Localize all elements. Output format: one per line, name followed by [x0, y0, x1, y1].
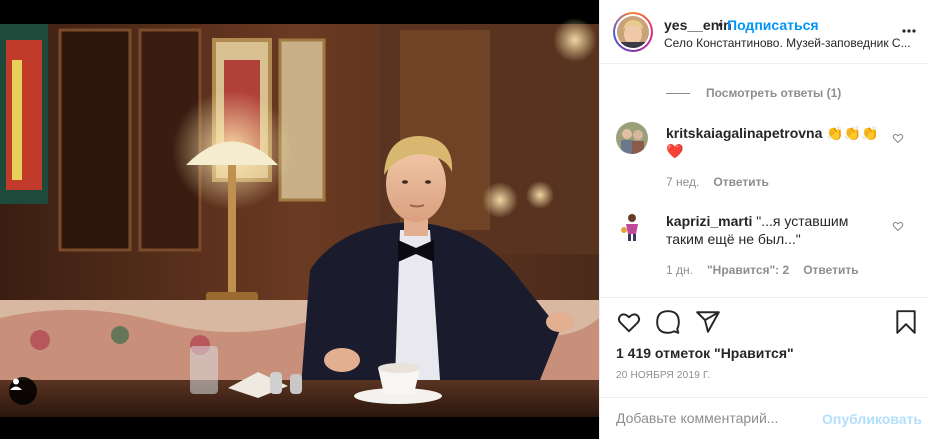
comment-likes[interactable]: "Нравится": 2 — [707, 263, 789, 277]
instagram-post-modal: yes__enin • Подписаться Село Константино… — [0, 0, 928, 439]
post-side-panel: yes__enin • Подписаться Село Константино… — [599, 0, 928, 439]
more-options-icon[interactable] — [902, 29, 916, 33]
photo-illustration — [0, 0, 599, 439]
reply-button[interactable]: Ответить — [803, 263, 858, 277]
post-date[interactable]: 20 НОЯБРЯ 2019 Г. — [616, 370, 710, 381]
post-header: yes__enin • Подписаться Село Константино… — [600, 0, 928, 64]
share-direct-icon[interactable] — [695, 309, 721, 335]
comment-input[interactable] — [616, 410, 806, 426]
publish-button[interactable]: Опубликовать — [822, 411, 922, 427]
follow-button[interactable]: Подписаться — [727, 17, 819, 33]
save-bookmark-icon[interactable] — [893, 309, 919, 335]
commenter-avatar[interactable] — [616, 210, 648, 242]
author-avatar-image — [617, 16, 649, 48]
author-avatar[interactable] — [613, 12, 653, 52]
heart-outline-icon[interactable] — [892, 220, 904, 232]
comment-time[interactable]: 7 нед. — [666, 175, 699, 189]
comment-text: kaprizi_marti "...я уставшим таким ещё н… — [666, 212, 884, 248]
comment-meta: 1 дн. "Нравится": 2 Ответить — [666, 263, 859, 277]
commenter-avatar[interactable] — [616, 122, 648, 154]
post-actions: 1 419 отметок "Нравится" 20 НОЯБРЯ 2019 … — [600, 297, 928, 439]
action-icons — [616, 309, 916, 335]
like-heart-icon[interactable] — [616, 309, 642, 335]
commenter-avatar-image — [616, 210, 648, 242]
comment-username[interactable]: kritskaiagalinapetrovna — [666, 125, 822, 141]
comment-username[interactable]: kaprizi_marti — [666, 213, 752, 229]
user-icon — [10, 378, 22, 390]
likes-count[interactable]: 1 419 отметок "Нравится" — [616, 345, 794, 361]
heart-outline-icon[interactable] — [892, 132, 904, 144]
tagged-users-button[interactable] — [9, 377, 37, 405]
post-photo[interactable] — [0, 0, 599, 439]
comment-bubble-icon[interactable] — [655, 309, 681, 335]
add-comment-bar: Опубликовать — [600, 397, 928, 439]
view-replies-label: Посмотреть ответы (1) — [706, 86, 842, 100]
comment-meta: 7 нед. Ответить — [666, 175, 769, 189]
reply-button[interactable]: Ответить — [713, 175, 768, 189]
commenter-avatar-image — [616, 122, 648, 154]
comment-time[interactable]: 1 дн. — [666, 263, 693, 277]
replies-divider — [666, 92, 690, 94]
location-link[interactable]: Село Константиново. Музей-заповедник С..… — [664, 36, 914, 50]
separator-dot: • — [718, 16, 723, 32]
comment-text: kritskaiagalinapetrovna 👏👏👏❤️ — [666, 124, 884, 160]
view-replies-button[interactable]: Посмотреть ответы (1) — [666, 86, 841, 100]
